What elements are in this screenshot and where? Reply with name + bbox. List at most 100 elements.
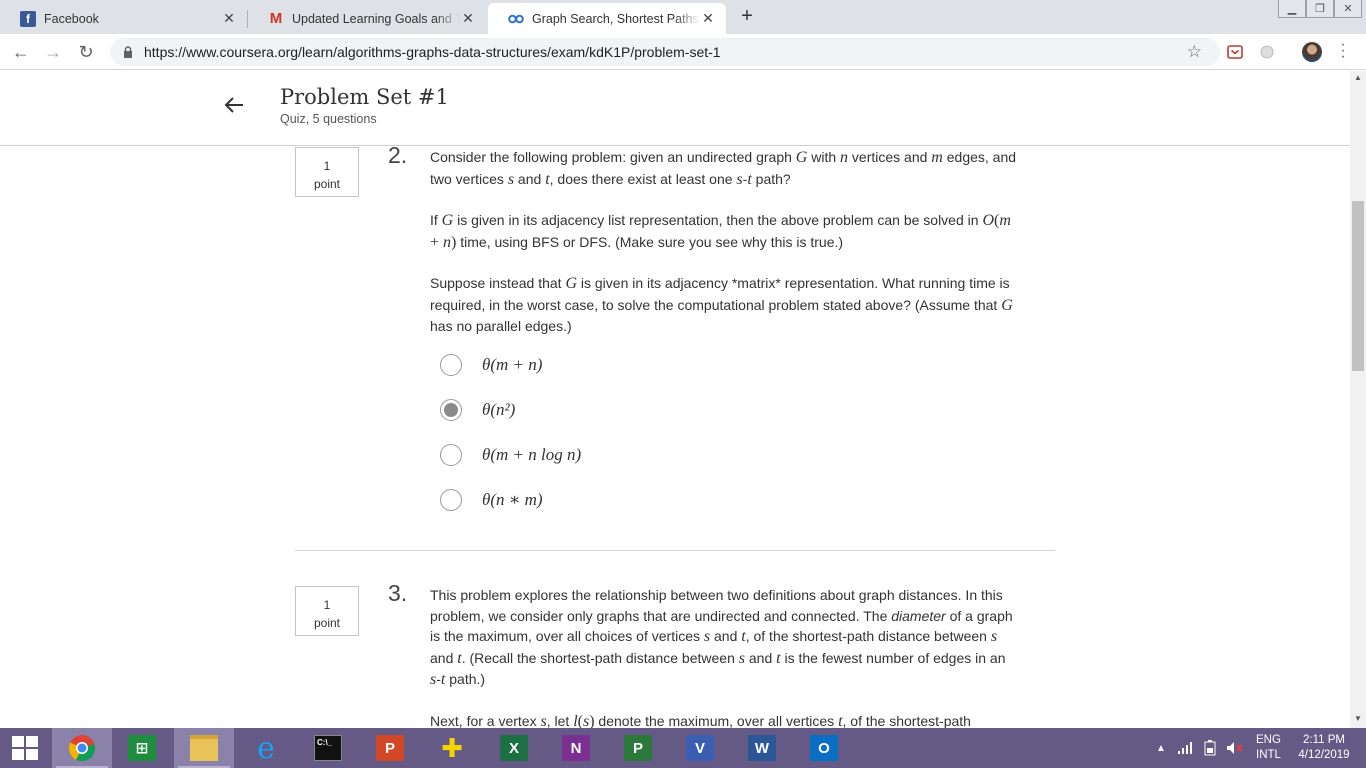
points-box: 1 point: [295, 586, 359, 636]
language-indicator[interactable]: ENG INTL: [1256, 728, 1281, 768]
profile-avatar[interactable]: [1302, 42, 1322, 62]
taskbar-onenote[interactable]: N: [546, 728, 606, 768]
taskbar-command-prompt[interactable]: C:\_: [298, 728, 358, 768]
points-unit: point: [313, 177, 341, 191]
keyboard-layout: INTL: [1256, 749, 1281, 761]
system-clock[interactable]: 2:11 PM 4/12/2019: [1296, 728, 1352, 768]
page-scrollbar[interactable]: ▲ ▼: [1350, 71, 1366, 728]
points-value: 1: [323, 159, 331, 173]
facebook-icon: f: [20, 10, 36, 27]
page-subtitle: Quiz, 5 questions: [280, 112, 377, 126]
radio-button[interactable]: [440, 489, 462, 511]
bookmark-star-icon[interactable]: ☆: [1187, 42, 1202, 62]
tab-facebook[interactable]: f Facebook ✕: [0, 3, 247, 34]
question-divider: [295, 550, 1055, 551]
tab-title: Facebook: [44, 11, 99, 26]
store-icon: ⊞: [128, 735, 156, 761]
taskbar-outlook[interactable]: O: [794, 728, 854, 768]
command-prompt-icon: C:\_: [314, 735, 342, 761]
tab-title: Updated Learning Goals and Tim: [292, 11, 460, 26]
answer-option[interactable]: θ(n²): [440, 397, 515, 423]
forward-arrow-icon[interactable]: →: [42, 41, 64, 63]
onenote-icon: N: [562, 735, 590, 761]
page-content: Problem Set #1 Quiz, 5 questions 1 point…: [0, 71, 1350, 728]
question-number: 3.: [388, 580, 408, 606]
excel-icon: X: [500, 735, 528, 761]
extension-circle-icon[interactable]: [1259, 44, 1275, 60]
radio-button[interactable]: [440, 354, 462, 376]
project-icon: P: [624, 735, 652, 761]
folder-icon: [190, 735, 218, 761]
answer-option[interactable]: θ(m + n): [440, 352, 542, 378]
scroll-down-icon[interactable]: ▼: [1350, 714, 1366, 728]
visio-icon: V: [686, 735, 714, 761]
show-hidden-icons[interactable]: ▲: [1156, 728, 1166, 768]
question-text: This problem explores the relationship b…: [430, 587, 1013, 728]
question-number: 2.: [388, 147, 408, 168]
taskbar-excel[interactable]: X: [484, 728, 544, 768]
windows-start-button[interactable]: [0, 728, 50, 768]
points-box: 1 point: [295, 147, 359, 197]
back-arrow-icon[interactable]: ←: [10, 41, 32, 63]
answer-option[interactable]: θ(m + n log n): [440, 442, 581, 468]
answer-option[interactable]: θ(n ∗ m): [440, 487, 543, 513]
taskbar-store[interactable]: ⊞: [112, 728, 172, 768]
scroll-up-icon[interactable]: ▲: [1350, 73, 1366, 87]
tab-title: Graph Search, Shortest Paths, an: [532, 11, 700, 26]
volume-muted-icon[interactable]: [1226, 728, 1244, 768]
option-label: θ(m + n log n): [482, 445, 582, 464]
browser-toolbar: ← → ↻ https://www.coursera.org/learn/alg…: [0, 34, 1366, 70]
tab-coursera[interactable]: Graph Search, Shortest Paths, an ✕: [488, 3, 726, 34]
pocket-extension-icon[interactable]: [1227, 44, 1243, 60]
new-tab-button[interactable]: +: [735, 6, 759, 27]
close-window-icon[interactable]: ✕: [1334, 0, 1362, 18]
outlook-icon: O: [810, 735, 838, 761]
gmail-icon: M: [269, 10, 283, 27]
option-label: θ(n ∗ m): [482, 490, 543, 509]
lock-icon: [122, 45, 134, 59]
url-text: https://www.coursera.org/learn/algorithm…: [144, 44, 721, 60]
language-code: ENG: [1256, 734, 1281, 746]
back-arrow-icon[interactable]: [222, 93, 246, 117]
taskbar-project[interactable]: P: [608, 728, 668, 768]
quiz-header: Problem Set #1 Quiz, 5 questions: [0, 71, 1350, 146]
tab-gmail[interactable]: M Updated Learning Goals and Tim ✕: [248, 3, 486, 34]
points-value: 1: [323, 598, 331, 612]
taskbar-word[interactable]: W: [732, 728, 792, 768]
windows-taskbar: ⊞ e C:\_ P ✚ X N P V W O ▲ ENG INTL 2:11…: [0, 728, 1366, 768]
radio-button[interactable]: [440, 444, 462, 466]
option-label: θ(n²): [482, 400, 516, 419]
reload-icon[interactable]: ↻: [75, 41, 97, 63]
close-tab-icon[interactable]: ✕: [700, 10, 716, 27]
minimize-icon[interactable]: ▁: [1278, 0, 1306, 18]
taskbar-powerpoint[interactable]: P: [360, 728, 420, 768]
clock-time: 2:11 PM: [1303, 734, 1345, 746]
network-icon[interactable]: [1178, 728, 1194, 768]
game-icon: ✚: [441, 732, 463, 763]
radio-button-selected[interactable]: [440, 399, 462, 421]
taskbar-game[interactable]: ✚: [422, 728, 482, 768]
internet-explorer-icon: e: [257, 730, 275, 766]
clock-date: 4/12/2019: [1298, 749, 1350, 761]
points-unit: point: [313, 616, 341, 630]
taskbar-file-explorer[interactable]: [174, 728, 234, 768]
taskbar-internet-explorer[interactable]: e: [236, 728, 296, 768]
chrome-icon: [68, 735, 95, 762]
questions-list: 1 point 2. Consider the following proble…: [0, 147, 1350, 728]
address-bar[interactable]: https://www.coursera.org/learn/algorithm…: [110, 38, 1220, 66]
word-icon: W: [748, 735, 776, 761]
scrollbar-thumb[interactable]: [1352, 201, 1364, 371]
coursera-icon: [508, 11, 524, 27]
page-title: Problem Set #1: [280, 85, 449, 109]
window-controls: ▁ ❐ ✕: [1278, 0, 1362, 18]
taskbar-chrome[interactable]: [52, 728, 112, 768]
browser-menu-icon[interactable]: · · ·: [1338, 37, 1348, 65]
tab-strip: f Facebook ✕ M Updated Learning Goals an…: [0, 0, 1366, 34]
restore-icon[interactable]: ❐: [1306, 0, 1334, 18]
taskbar-visio[interactable]: V: [670, 728, 730, 768]
close-tab-icon[interactable]: ✕: [221, 10, 237, 27]
close-tab-icon[interactable]: ✕: [460, 10, 476, 27]
windows-logo-icon: [12, 736, 38, 760]
battery-icon[interactable]: [1203, 728, 1217, 768]
option-label: θ(m + n): [482, 355, 543, 374]
